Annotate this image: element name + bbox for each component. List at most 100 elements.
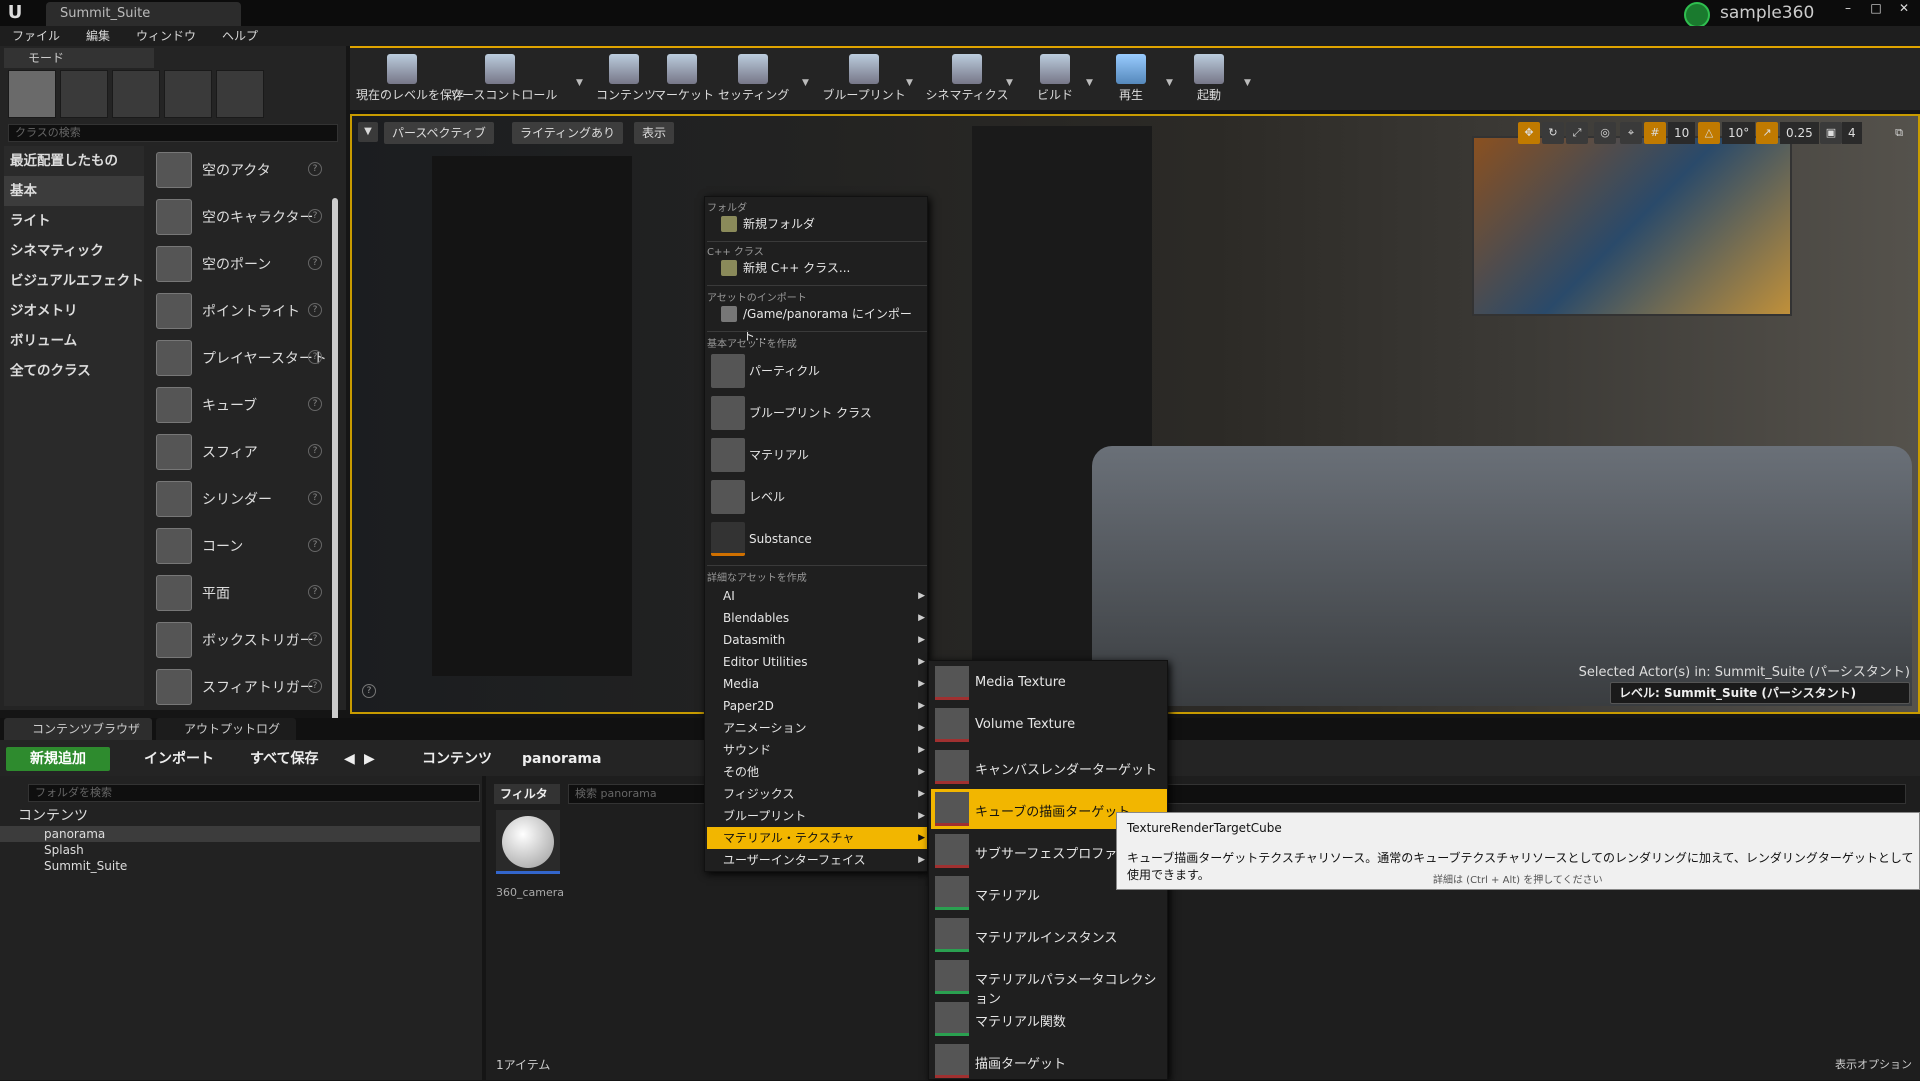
submenu-item-canvas-render-target[interactable]: キャンバスレンダーターゲット (931, 747, 1167, 787)
user-avatar-icon[interactable] (1684, 2, 1710, 28)
menu-item-new-folder[interactable]: 新規フォルダ (707, 213, 927, 235)
view-options-button[interactable]: 表示オプション (1835, 1056, 1912, 1072)
menu-help[interactable]: ヘルプ (222, 26, 258, 46)
save-all-button[interactable]: すべて保存 (232, 747, 318, 771)
menu-item-import[interactable]: /Game/panorama にインポート... (707, 303, 927, 343)
submenu-item-volume-texture[interactable]: Volume Texture (931, 705, 1167, 745)
menu-edit[interactable]: 編集 (86, 26, 110, 46)
breadcrumb-current[interactable]: panorama (522, 747, 601, 771)
viewport-options-button[interactable]: ▼ (358, 122, 378, 142)
menu-item-animation[interactable]: アニメーション ▶ (707, 717, 927, 739)
foliage-mode-icon[interactable] (164, 70, 212, 118)
help-icon[interactable]: ? (308, 162, 322, 176)
help-icon[interactable]: ? (308, 491, 322, 505)
help-icon[interactable]: ? (308, 679, 322, 693)
level-viewport[interactable]: ▼ パースペクティブ ライティングあり 表示 ✥ ↻ ⤢ ◎ ⌖ # 10 △ … (350, 114, 1920, 714)
folder-item[interactable]: panorama (0, 826, 480, 842)
menu-item-ai[interactable]: AI ▶ (707, 585, 927, 607)
category-basic[interactable]: 基本 (4, 176, 144, 206)
camera-speed-value[interactable]: 4 (1842, 122, 1862, 144)
import-button[interactable]: インポート (126, 747, 214, 771)
modes-tab[interactable]: モード (4, 48, 154, 68)
translate-icon[interactable]: ✥ (1518, 122, 1540, 144)
place-mode-icon[interactable] (8, 70, 56, 118)
source-control-button[interactable]: ソースコントロール (450, 54, 557, 110)
menu-item-material[interactable]: マテリアル (707, 435, 927, 475)
marketplace-button[interactable]: マーケット (654, 54, 714, 110)
menu-item-user-interface[interactable]: ユーザーインターフェイス ▶ (707, 849, 927, 871)
show-button[interactable]: 表示 (634, 122, 675, 144)
category-lights[interactable]: ライト (4, 206, 144, 236)
help-icon[interactable]: ? (308, 303, 322, 317)
list-item[interactable]: スフィア? (148, 428, 332, 475)
list-item[interactable]: プレイヤースタート? (148, 334, 332, 381)
menu-item-substance[interactable]: Substance (707, 519, 927, 559)
build-button[interactable]: ビルド (1030, 54, 1080, 110)
submenu-item-media-texture[interactable]: Media Texture (931, 663, 1167, 703)
geometry-mode-icon[interactable] (216, 70, 264, 118)
save-level-button[interactable]: 現在のレベルを保存 (356, 54, 464, 110)
list-item[interactable]: 空のキャラクター? (148, 193, 332, 240)
menu-item-level[interactable]: レベル (707, 477, 927, 517)
list-item[interactable]: 空のアクタ? (148, 146, 332, 193)
rotation-snap-icon[interactable]: △ (1698, 122, 1720, 144)
maximize-button[interactable]: □ (1862, 0, 1890, 18)
folder-item[interactable]: コンテンツ (0, 808, 480, 824)
camera-speed-icon[interactable]: ▣ (1820, 122, 1842, 144)
close-button[interactable]: ✕ (1890, 0, 1918, 18)
category-recent[interactable]: 最近配置したもの (4, 146, 144, 176)
forward-arrow-icon[interactable]: ▶ (364, 747, 375, 771)
menu-item-sound[interactable]: サウンド ▶ (707, 739, 927, 761)
rotate-icon[interactable]: ↻ (1542, 122, 1564, 144)
menu-item-datasmith[interactable]: Datasmith ▶ (707, 629, 927, 651)
tab-content-browser[interactable]: コンテンツブラウザ (4, 718, 152, 740)
maximize-viewport-icon[interactable]: ⧉ (1888, 122, 1910, 144)
back-arrow-icon[interactable]: ◀ (344, 747, 355, 771)
menu-file[interactable]: ファイル (12, 26, 60, 46)
category-visual-effects[interactable]: ビジュアルエフェクト (4, 266, 144, 296)
cinematics-button[interactable]: シネマティクス (924, 54, 1010, 110)
chevron-down-icon[interactable]: ▼ (1086, 78, 1096, 88)
category-cinematic[interactable]: シネマティック (4, 236, 144, 266)
landscape-mode-icon[interactable] (112, 70, 160, 118)
list-item[interactable]: スフィアトリガー? (148, 663, 332, 710)
help-icon[interactable]: ? (308, 397, 322, 411)
settings-button[interactable]: セッティング (718, 54, 789, 110)
menu-item-blueprint-class[interactable]: ブループリント クラス (707, 393, 927, 433)
help-icon[interactable]: ? (308, 585, 322, 599)
menu-item-blendables[interactable]: Blendables ▶ (707, 607, 927, 629)
menu-item-blueprint[interactable]: ブループリント ▶ (707, 805, 927, 827)
launch-button[interactable]: 起動 (1184, 54, 1234, 110)
content-button[interactable]: コンテンツ (596, 54, 656, 110)
grid-snap-value[interactable]: 10 (1668, 122, 1696, 144)
filter-button[interactable]: フィルタ (494, 784, 560, 804)
class-search-input[interactable]: クラスの検索 (8, 124, 338, 142)
menu-item-new-cpp-class[interactable]: 新規 C++ クラス... (707, 257, 927, 279)
document-tab[interactable]: Summit_Suite (46, 2, 241, 26)
chevron-down-icon[interactable]: ▼ (1166, 78, 1176, 88)
menu-item-materials-textures[interactable]: マテリアル・テクスチャ ▶ (707, 827, 927, 849)
grid-snap-icon[interactable]: # (1644, 122, 1666, 144)
help-icon[interactable]: ? (362, 684, 376, 698)
rotation-snap-value[interactable]: 10° (1722, 122, 1756, 144)
chevron-down-icon[interactable]: ▼ (576, 78, 586, 88)
menu-item-physics[interactable]: フィジックス ▶ (707, 783, 927, 805)
chevron-down-icon[interactable]: ▼ (802, 78, 812, 88)
help-icon[interactable]: ? (308, 538, 322, 552)
blueprints-button[interactable]: ブループリント (822, 54, 906, 110)
submenu-item-material-function[interactable]: マテリアル関数 (931, 999, 1167, 1039)
breadcrumb-root[interactable]: コンテンツ (396, 747, 492, 771)
folder-item[interactable]: Splash (0, 842, 480, 858)
add-new-button[interactable]: 新規追加 (6, 747, 110, 771)
folder-search-input[interactable]: フォルダを検索 (28, 784, 480, 802)
list-item[interactable]: ポイントライト? (148, 287, 332, 334)
help-icon[interactable]: ? (308, 444, 322, 458)
submenu-item-render-target[interactable]: 描画ターゲット (931, 1041, 1167, 1081)
category-all-classes[interactable]: 全てのクラス (4, 356, 144, 386)
category-volumes[interactable]: ボリューム (4, 326, 144, 356)
list-item[interactable]: ボックストリガー? (148, 616, 332, 663)
asset-thumbnail[interactable] (496, 810, 560, 874)
list-item[interactable]: 平面? (148, 569, 332, 616)
submenu-item-material-instance[interactable]: マテリアルインスタンス (931, 915, 1167, 955)
menu-window[interactable]: ウィンドウ (136, 26, 196, 46)
